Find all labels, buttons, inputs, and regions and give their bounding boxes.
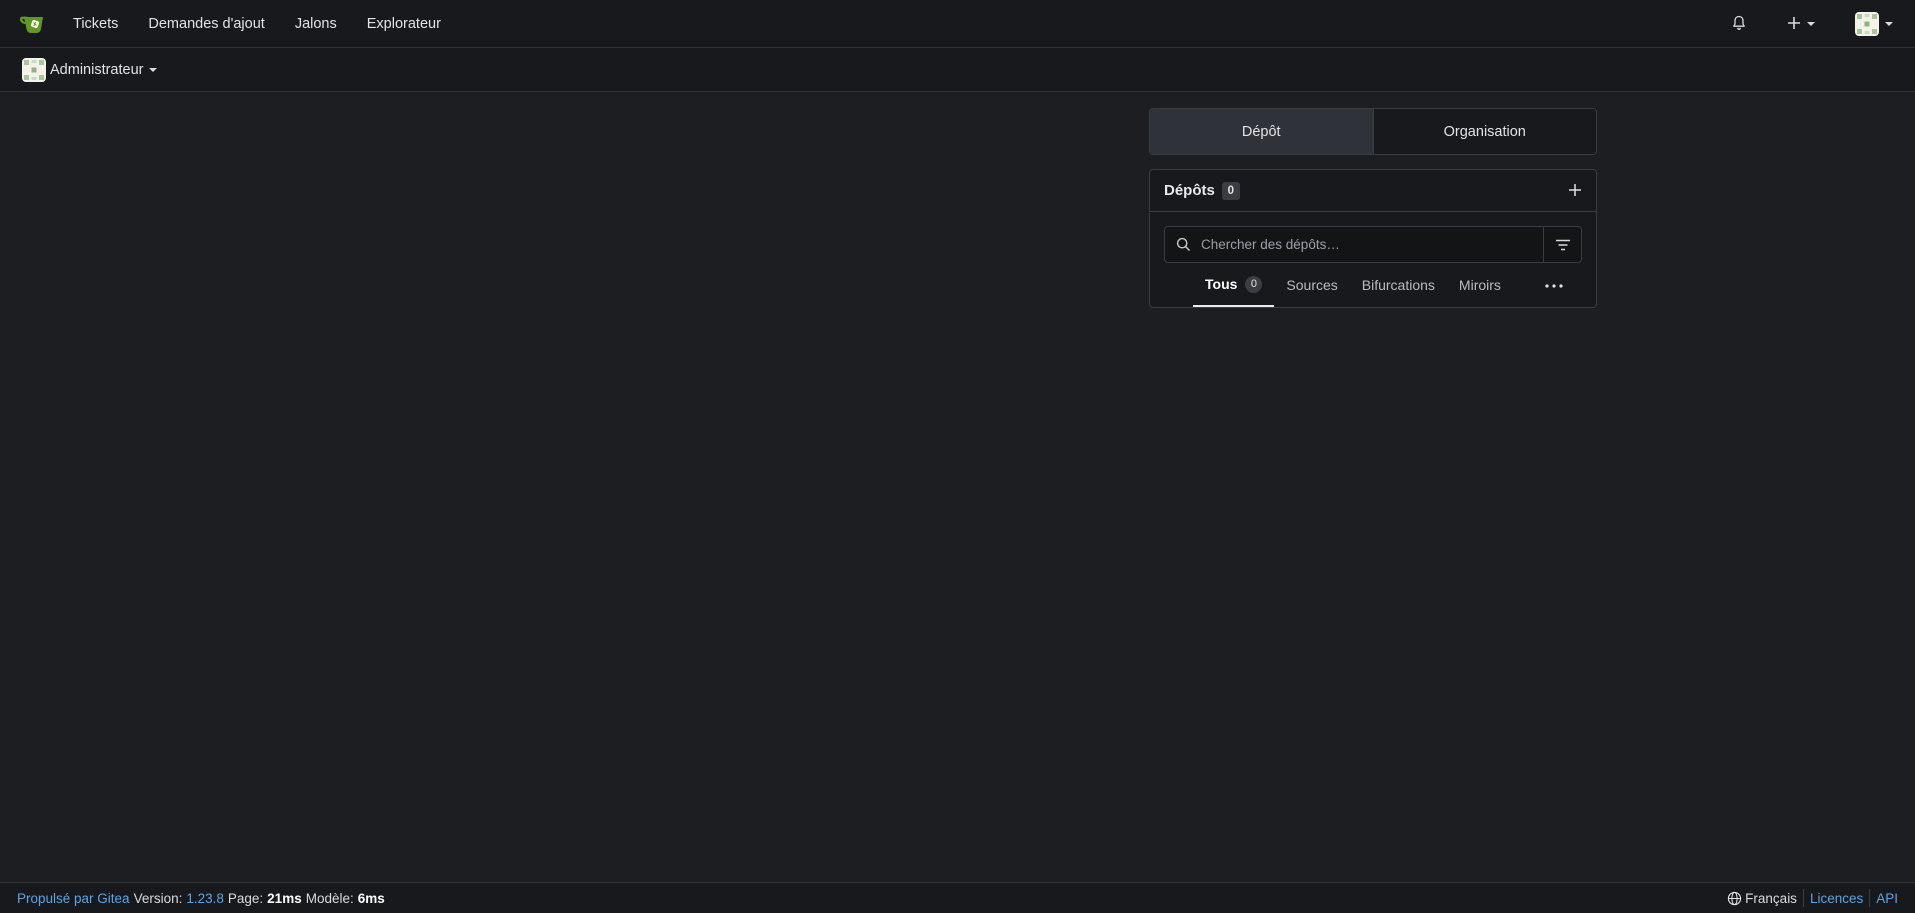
tab-sources[interactable]: Sources [1274, 263, 1349, 307]
plus-icon [1569, 183, 1581, 196]
user-menu-button[interactable] [1841, 0, 1915, 48]
nav-milestones-label: Jalons [294, 15, 337, 32]
context-switcher[interactable]: Administrateur [22, 57, 158, 82]
navbar-right [1717, 0, 1915, 48]
tab-forks-label: Bifurcations [1361, 277, 1435, 293]
bell-icon [1731, 15, 1747, 34]
chevron-down-icon [149, 67, 158, 72]
create-new-button[interactable] [1773, 0, 1841, 48]
language-label: Français [1745, 890, 1797, 906]
tab-repositories[interactable]: Dépôt [1150, 109, 1373, 154]
more-icon[interactable] [1544, 273, 1564, 294]
nav-tickets-label: Tickets [73, 15, 119, 32]
divider [1869, 889, 1871, 907]
repository-search-input[interactable] [1201, 227, 1543, 262]
nav-explore[interactable]: Explorateur [352, 0, 456, 48]
tab-repositories-label: Dépôt [1241, 123, 1281, 140]
tab-forks[interactable]: Bifurcations [1350, 263, 1447, 307]
tab-all-label: Tous [1205, 276, 1238, 292]
repository-count-badge: 0 [1221, 181, 1240, 200]
filter-icon [1555, 239, 1570, 250]
footer-right: Français Licences API [1727, 889, 1898, 907]
tab-sources-label: Sources [1286, 277, 1338, 293]
repository-search [1164, 226, 1582, 263]
tab-all[interactable]: Tous 0 [1193, 263, 1275, 307]
nav-explore-label: Explorateur [366, 15, 441, 32]
page-footer: Propulsé par Gitea Version: 1.23.8 Page:… [0, 882, 1915, 913]
plus-icon [1787, 16, 1801, 33]
powered-by-link[interactable]: Propulsé par Gitea [17, 891, 130, 906]
version-link[interactable]: 1.23.8 [186, 891, 224, 906]
new-repository-button[interactable] [1568, 181, 1582, 201]
globe-icon [1728, 891, 1742, 905]
avatar [1855, 12, 1879, 36]
context-label: Administrateur [50, 61, 144, 78]
tab-organizations-label: Organisation [1443, 123, 1526, 140]
repository-panel: Dépôts 0 Tous 0 Sources [1149, 169, 1597, 308]
nav-tickets[interactable]: Tickets [58, 0, 133, 48]
repo-org-switcher: Dépôt Organisation [1149, 108, 1597, 155]
avatar [22, 57, 46, 82]
filter-button[interactable] [1543, 227, 1581, 262]
tab-mirrors-label: Miroirs [1458, 277, 1501, 293]
repository-panel-body: Tous 0 Sources Bifurcations Miroirs [1150, 212, 1596, 307]
version-label: Version: [133, 890, 183, 906]
repository-panel-title: Dépôts [1164, 182, 1215, 199]
nav-pull-requests[interactable]: Demandes d'ajout [133, 0, 279, 48]
top-navbar: Tickets Demandes d'ajout Jalons Explorat… [0, 0, 1915, 48]
dashboard-sidebar: Dépôt Organisation Dépôts 0 Chercher des… [1149, 108, 1597, 308]
template-time-label: Modèle: [305, 890, 354, 906]
divider [1802, 889, 1804, 907]
template-time-value: 6ms [357, 890, 385, 906]
gitea-logo-icon[interactable] [10, 0, 58, 48]
tab-organizations[interactable]: Organisation [1372, 109, 1596, 154]
notifications-button[interactable] [1717, 0, 1773, 48]
language-selector[interactable]: Français [1727, 891, 1797, 906]
page-time-value: 21ms [267, 890, 302, 906]
chevron-down-icon [1807, 22, 1815, 26]
nav-milestones[interactable]: Jalons [280, 0, 352, 48]
nav-pull-requests-label: Demandes d'ajout [148, 15, 265, 32]
chevron-down-icon [1885, 22, 1893, 26]
repository-panel-header: Dépôts 0 [1150, 170, 1596, 212]
tab-mirrors[interactable]: Miroirs [1447, 263, 1513, 307]
dashboard-context-bar: Administrateur [0, 48, 1915, 92]
repository-filter-tabs: Tous 0 Sources Bifurcations Miroirs [1164, 263, 1582, 307]
page-time-label: Page: [227, 890, 264, 906]
tab-all-count: 0 [1245, 275, 1263, 293]
search-icon [1165, 227, 1201, 262]
api-link[interactable]: API [1876, 891, 1898, 906]
licenses-link[interactable]: Licences [1810, 891, 1863, 906]
